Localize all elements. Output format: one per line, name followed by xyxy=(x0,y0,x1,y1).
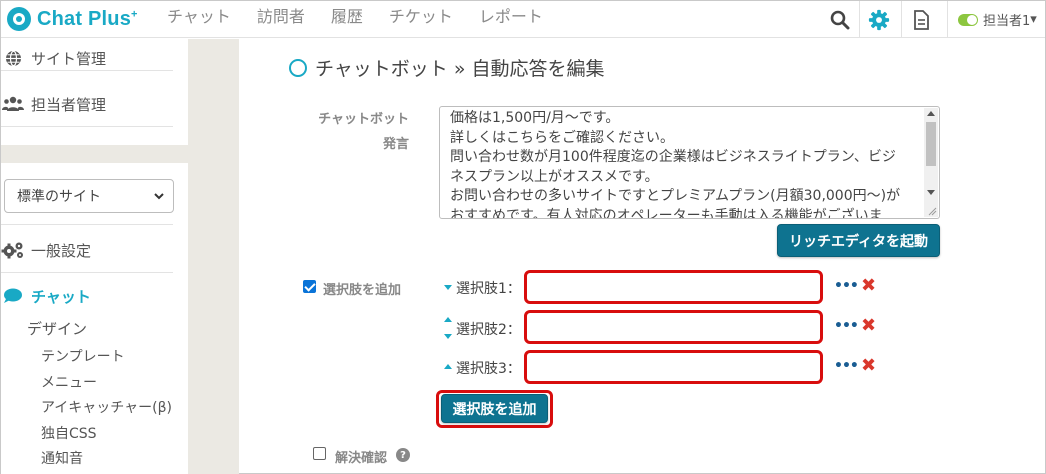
bot-message-line: お問い合わせの多いサイトですとプレミアムプラン(月額30,000円～)が xyxy=(450,188,901,204)
logo-mark-icon xyxy=(7,7,31,31)
settings-button[interactable] xyxy=(859,1,897,38)
divider xyxy=(1,224,173,225)
page-title: チャットボット » 自動応答を編集 xyxy=(289,54,605,81)
bot-message-line: 価格は1,500円/月～です。 xyxy=(450,110,620,126)
bot-message-label: チャットボット 発言 xyxy=(301,108,409,152)
sidebar-item-eyecatcher[interactable]: アイキャッチャー(β) xyxy=(41,397,172,417)
sidebar-item-custom-css[interactable]: 独自CSS xyxy=(41,423,97,443)
scrollbar-thumb[interactable] xyxy=(926,122,936,166)
globe-icon xyxy=(1,50,25,67)
nav-history[interactable]: 履歴 xyxy=(331,6,363,28)
status-toggle-icon[interactable] xyxy=(958,13,978,26)
resize-grip-icon[interactable] xyxy=(927,206,937,216)
delete-icon[interactable]: ✖ xyxy=(861,277,876,295)
move-down-icon[interactable] xyxy=(444,285,452,290)
gear-icon xyxy=(868,9,889,30)
divider xyxy=(1,272,173,273)
delete-icon[interactable]: ✖ xyxy=(861,357,876,375)
site-select-value: 標準のサイト xyxy=(17,189,101,205)
choice-3-input[interactable] xyxy=(524,350,823,384)
choice-label: 選択肢2： xyxy=(456,322,521,338)
sidebar-item-menu[interactable]: メニュー xyxy=(41,372,97,392)
more-options-icon[interactable]: ••• xyxy=(834,318,859,334)
divider xyxy=(1,126,173,127)
document-icon xyxy=(913,9,929,30)
more-options-icon[interactable]: ••• xyxy=(834,358,859,374)
user-menu[interactable]: 担当者1 ▾ xyxy=(947,1,1045,38)
users-icon xyxy=(1,96,25,112)
add-choices-checkbox[interactable] xyxy=(303,280,316,293)
nav-tickets[interactable]: チケット xyxy=(389,6,453,28)
document-button[interactable] xyxy=(901,1,939,38)
chevron-down-icon xyxy=(154,193,164,200)
search-icon xyxy=(830,10,850,29)
sidebar-item-label: サイト管理 xyxy=(31,49,107,68)
page-title-text: チャットボット » 自動応答を編集 xyxy=(315,58,605,80)
sidebar-item-general-settings[interactable]: 一般設定 xyxy=(1,239,173,261)
sidebar-item-site-management[interactable]: サイト管理 xyxy=(1,47,173,69)
bot-message-textarea[interactable]: 価格は1,500円/月～です。 詳しくはこちらをご確認ください。 問い合わせ数が… xyxy=(439,106,940,219)
sidebar-item-label: チャット xyxy=(31,287,91,306)
sidebar-item-label: 担当者管理 xyxy=(31,95,107,114)
bot-message-line: ネスプラン以上がオススメです。 xyxy=(450,168,659,185)
bot-message-text: 価格は1,500円/月～です。 詳しくはこちらをご確認ください。 問い合わせ数が… xyxy=(450,109,920,219)
rich-editor-button[interactable]: リッチエディタを起動 xyxy=(777,224,940,257)
logo-sup: + xyxy=(131,7,138,20)
sidebar-item-design[interactable]: デザイン xyxy=(27,318,87,339)
sidebar-item-chat[interactable]: チャット xyxy=(1,285,173,307)
bot-message-line: 問い合わせ数が月100件程度迄の企業様はビジネスライトプラン、ビジ xyxy=(450,149,896,165)
chatplus-logo[interactable]: Chat Plus+ xyxy=(7,6,138,32)
more-options-icon[interactable]: ••• xyxy=(834,278,859,294)
choice-label: 選択肢1： xyxy=(456,281,521,297)
user-caret-icon: ▾ xyxy=(1030,12,1037,27)
gears-icon xyxy=(1,241,25,259)
move-up-icon[interactable] xyxy=(444,317,452,322)
speech-bubble-icon xyxy=(1,288,25,304)
scroll-up-icon[interactable] xyxy=(927,111,935,116)
divider xyxy=(1,70,173,71)
nav-visitors[interactable]: 訪問者 xyxy=(257,6,305,28)
add-choice-button[interactable]: 選択肢を追加 xyxy=(441,394,548,423)
bot-message-label-line2: 発言 xyxy=(382,137,409,152)
bot-message-line: おすすめです。有人対応のオペレーターも手動は入る機能がございま xyxy=(450,207,883,219)
search-button[interactable] xyxy=(821,1,859,38)
resolution-confirm-checkbox[interactable] xyxy=(313,447,326,460)
textarea-scrollbar[interactable] xyxy=(924,108,938,217)
top-header: Chat Plus+ チャット 訪問者 履歴 チケット レポート 担当者1 ▾ xyxy=(1,1,1045,38)
sidebar-item-label: 一般設定 xyxy=(31,241,92,260)
main-nav: チャット 訪問者 履歴 チケット レポート xyxy=(167,6,569,28)
choice-2-input[interactable] xyxy=(524,310,823,344)
help-icon[interactable]: ? xyxy=(396,448,410,462)
bot-message-line: 詳しくはこちらをご確認ください。 xyxy=(450,129,674,146)
scroll-down-icon[interactable] xyxy=(927,190,935,195)
user-name: 担当者1 xyxy=(983,14,1031,29)
choice-1-input[interactable] xyxy=(524,270,823,304)
delete-icon[interactable]: ✖ xyxy=(861,317,876,335)
add-choices-label: 選択肢を追加 xyxy=(323,283,402,298)
resolution-confirm-label: 解決確認 xyxy=(335,451,388,466)
choice-label: 選択肢3： xyxy=(456,361,521,377)
nav-chat[interactable]: チャット xyxy=(167,6,231,28)
logo-text: Chat Plus xyxy=(37,7,132,30)
sidebar-item-template[interactable]: テンプレート xyxy=(41,346,125,366)
sidebar-item-users[interactable]: 担当者管理 xyxy=(1,85,173,123)
circle-icon xyxy=(289,58,307,77)
move-down-icon[interactable] xyxy=(444,334,452,339)
move-up-icon[interactable] xyxy=(444,364,452,369)
site-select[interactable]: 標準のサイト xyxy=(4,179,174,213)
nav-reports[interactable]: レポート xyxy=(479,6,543,28)
sidebar-item-notification-sound[interactable]: 通知音 xyxy=(41,448,83,468)
bot-message-label-line1: チャットボット xyxy=(318,112,409,127)
